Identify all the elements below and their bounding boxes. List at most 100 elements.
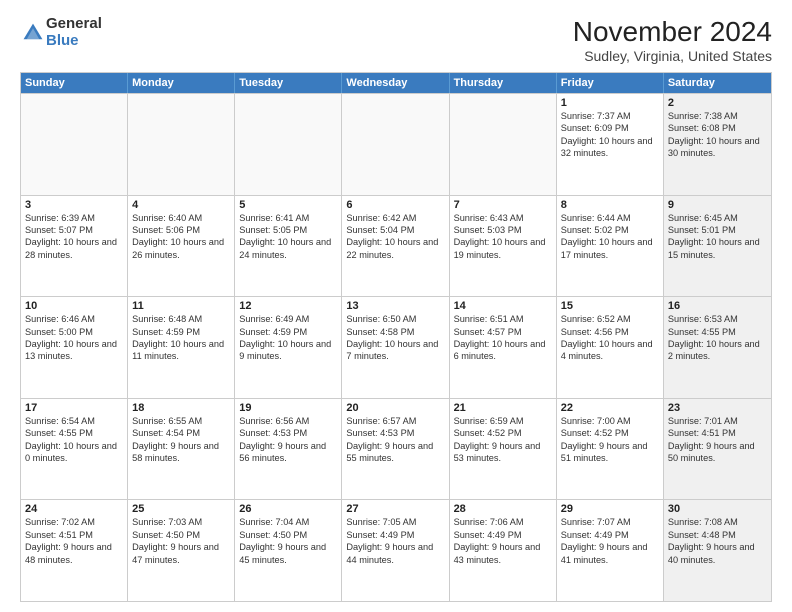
day-info: Sunrise: 6:46 AM Sunset: 5:00 PM Dayligh… bbox=[25, 313, 123, 363]
day-info: Sunrise: 7:08 AM Sunset: 4:48 PM Dayligh… bbox=[668, 516, 767, 566]
calendar-header: Sunday Monday Tuesday Wednesday Thursday… bbox=[21, 73, 771, 93]
day-number: 16 bbox=[668, 300, 767, 312]
table-row: 5Sunrise: 6:41 AM Sunset: 5:05 PM Daylig… bbox=[235, 196, 342, 297]
day-number: 2 bbox=[668, 97, 767, 109]
header-monday: Monday bbox=[128, 73, 235, 93]
day-number: 26 bbox=[239, 503, 337, 515]
day-info: Sunrise: 6:41 AM Sunset: 5:05 PM Dayligh… bbox=[239, 212, 337, 262]
header-saturday: Saturday bbox=[664, 73, 771, 93]
day-number: 19 bbox=[239, 402, 337, 414]
day-info: Sunrise: 7:02 AM Sunset: 4:51 PM Dayligh… bbox=[25, 516, 123, 566]
table-row: 18Sunrise: 6:55 AM Sunset: 4:54 PM Dayli… bbox=[128, 399, 235, 500]
day-info: Sunrise: 6:42 AM Sunset: 5:04 PM Dayligh… bbox=[346, 212, 444, 262]
day-info: Sunrise: 6:59 AM Sunset: 4:52 PM Dayligh… bbox=[454, 415, 552, 465]
day-number: 17 bbox=[25, 402, 123, 414]
week-2: 3Sunrise: 6:39 AM Sunset: 5:07 PM Daylig… bbox=[21, 195, 771, 297]
day-number: 8 bbox=[561, 199, 659, 211]
table-row: 21Sunrise: 6:59 AM Sunset: 4:52 PM Dayli… bbox=[450, 399, 557, 500]
day-info: Sunrise: 6:53 AM Sunset: 4:55 PM Dayligh… bbox=[668, 313, 767, 363]
day-number: 11 bbox=[132, 300, 230, 312]
day-number: 12 bbox=[239, 300, 337, 312]
table-row: 7Sunrise: 6:43 AM Sunset: 5:03 PM Daylig… bbox=[450, 196, 557, 297]
day-info: Sunrise: 6:43 AM Sunset: 5:03 PM Dayligh… bbox=[454, 212, 552, 262]
table-row: 9Sunrise: 6:45 AM Sunset: 5:01 PM Daylig… bbox=[664, 196, 771, 297]
table-row: 6Sunrise: 6:42 AM Sunset: 5:04 PM Daylig… bbox=[342, 196, 449, 297]
table-row: 25Sunrise: 7:03 AM Sunset: 4:50 PM Dayli… bbox=[128, 500, 235, 601]
day-number: 28 bbox=[454, 503, 552, 515]
day-info: Sunrise: 6:57 AM Sunset: 4:53 PM Dayligh… bbox=[346, 415, 444, 465]
table-row: 28Sunrise: 7:06 AM Sunset: 4:49 PM Dayli… bbox=[450, 500, 557, 601]
day-number: 23 bbox=[668, 402, 767, 414]
table-row: 19Sunrise: 6:56 AM Sunset: 4:53 PM Dayli… bbox=[235, 399, 342, 500]
day-number: 9 bbox=[668, 199, 767, 211]
day-number: 30 bbox=[668, 503, 767, 515]
table-row: 8Sunrise: 6:44 AM Sunset: 5:02 PM Daylig… bbox=[557, 196, 664, 297]
day-info: Sunrise: 6:48 AM Sunset: 4:59 PM Dayligh… bbox=[132, 313, 230, 363]
header-wednesday: Wednesday bbox=[342, 73, 449, 93]
day-number: 4 bbox=[132, 199, 230, 211]
day-number: 13 bbox=[346, 300, 444, 312]
table-row: 15Sunrise: 6:52 AM Sunset: 4:56 PM Dayli… bbox=[557, 297, 664, 398]
table-row: 14Sunrise: 6:51 AM Sunset: 4:57 PM Dayli… bbox=[450, 297, 557, 398]
day-number: 21 bbox=[454, 402, 552, 414]
table-row: 16Sunrise: 6:53 AM Sunset: 4:55 PM Dayli… bbox=[664, 297, 771, 398]
table-row bbox=[128, 94, 235, 195]
table-row bbox=[235, 94, 342, 195]
table-row: 12Sunrise: 6:49 AM Sunset: 4:59 PM Dayli… bbox=[235, 297, 342, 398]
table-row: 3Sunrise: 6:39 AM Sunset: 5:07 PM Daylig… bbox=[21, 196, 128, 297]
day-number: 5 bbox=[239, 199, 337, 211]
week-4: 17Sunrise: 6:54 AM Sunset: 4:55 PM Dayli… bbox=[21, 398, 771, 500]
table-row: 11Sunrise: 6:48 AM Sunset: 4:59 PM Dayli… bbox=[128, 297, 235, 398]
calendar-title: November 2024 bbox=[573, 16, 772, 48]
day-info: Sunrise: 7:37 AM Sunset: 6:09 PM Dayligh… bbox=[561, 110, 659, 160]
day-number: 10 bbox=[25, 300, 123, 312]
table-row bbox=[21, 94, 128, 195]
day-info: Sunrise: 6:50 AM Sunset: 4:58 PM Dayligh… bbox=[346, 313, 444, 363]
day-info: Sunrise: 6:54 AM Sunset: 4:55 PM Dayligh… bbox=[25, 415, 123, 465]
day-info: Sunrise: 6:45 AM Sunset: 5:01 PM Dayligh… bbox=[668, 212, 767, 262]
day-info: Sunrise: 7:06 AM Sunset: 4:49 PM Dayligh… bbox=[454, 516, 552, 566]
day-number: 15 bbox=[561, 300, 659, 312]
table-row bbox=[342, 94, 449, 195]
calendar: Sunday Monday Tuesday Wednesday Thursday… bbox=[20, 72, 772, 602]
header-friday: Friday bbox=[557, 73, 664, 93]
day-info: Sunrise: 6:49 AM Sunset: 4:59 PM Dayligh… bbox=[239, 313, 337, 363]
day-info: Sunrise: 7:01 AM Sunset: 4:51 PM Dayligh… bbox=[668, 415, 767, 465]
day-number: 24 bbox=[25, 503, 123, 515]
day-info: Sunrise: 7:05 AM Sunset: 4:49 PM Dayligh… bbox=[346, 516, 444, 566]
day-number: 20 bbox=[346, 402, 444, 414]
day-number: 3 bbox=[25, 199, 123, 211]
table-row: 2Sunrise: 7:38 AM Sunset: 6:08 PM Daylig… bbox=[664, 94, 771, 195]
day-info: Sunrise: 6:40 AM Sunset: 5:06 PM Dayligh… bbox=[132, 212, 230, 262]
day-number: 7 bbox=[454, 199, 552, 211]
week-3: 10Sunrise: 6:46 AM Sunset: 5:00 PM Dayli… bbox=[21, 296, 771, 398]
table-row: 17Sunrise: 6:54 AM Sunset: 4:55 PM Dayli… bbox=[21, 399, 128, 500]
header: General Blue November 2024 Sudley, Virgi… bbox=[20, 16, 772, 64]
table-row: 1Sunrise: 7:37 AM Sunset: 6:09 PM Daylig… bbox=[557, 94, 664, 195]
logo-text: General Blue bbox=[46, 16, 102, 49]
table-row: 24Sunrise: 7:02 AM Sunset: 4:51 PM Dayli… bbox=[21, 500, 128, 601]
header-thursday: Thursday bbox=[450, 73, 557, 93]
day-info: Sunrise: 7:00 AM Sunset: 4:52 PM Dayligh… bbox=[561, 415, 659, 465]
table-row: 22Sunrise: 7:00 AM Sunset: 4:52 PM Dayli… bbox=[557, 399, 664, 500]
day-number: 14 bbox=[454, 300, 552, 312]
day-info: Sunrise: 6:44 AM Sunset: 5:02 PM Dayligh… bbox=[561, 212, 659, 262]
day-info: Sunrise: 7:03 AM Sunset: 4:50 PM Dayligh… bbox=[132, 516, 230, 566]
logo-icon bbox=[22, 22, 44, 44]
day-info: Sunrise: 7:38 AM Sunset: 6:08 PM Dayligh… bbox=[668, 110, 767, 160]
table-row: 29Sunrise: 7:07 AM Sunset: 4:49 PM Dayli… bbox=[557, 500, 664, 601]
page: General Blue November 2024 Sudley, Virgi… bbox=[0, 0, 792, 612]
day-number: 29 bbox=[561, 503, 659, 515]
day-info: Sunrise: 6:51 AM Sunset: 4:57 PM Dayligh… bbox=[454, 313, 552, 363]
header-sunday: Sunday bbox=[21, 73, 128, 93]
day-info: Sunrise: 6:39 AM Sunset: 5:07 PM Dayligh… bbox=[25, 212, 123, 262]
day-info: Sunrise: 6:56 AM Sunset: 4:53 PM Dayligh… bbox=[239, 415, 337, 465]
day-info: Sunrise: 7:07 AM Sunset: 4:49 PM Dayligh… bbox=[561, 516, 659, 566]
week-1: 1Sunrise: 7:37 AM Sunset: 6:09 PM Daylig… bbox=[21, 93, 771, 195]
table-row: 26Sunrise: 7:04 AM Sunset: 4:50 PM Dayli… bbox=[235, 500, 342, 601]
logo-blue: Blue bbox=[46, 33, 102, 50]
table-row: 23Sunrise: 7:01 AM Sunset: 4:51 PM Dayli… bbox=[664, 399, 771, 500]
logo: General Blue bbox=[20, 16, 102, 49]
day-number: 22 bbox=[561, 402, 659, 414]
table-row: 4Sunrise: 6:40 AM Sunset: 5:06 PM Daylig… bbox=[128, 196, 235, 297]
